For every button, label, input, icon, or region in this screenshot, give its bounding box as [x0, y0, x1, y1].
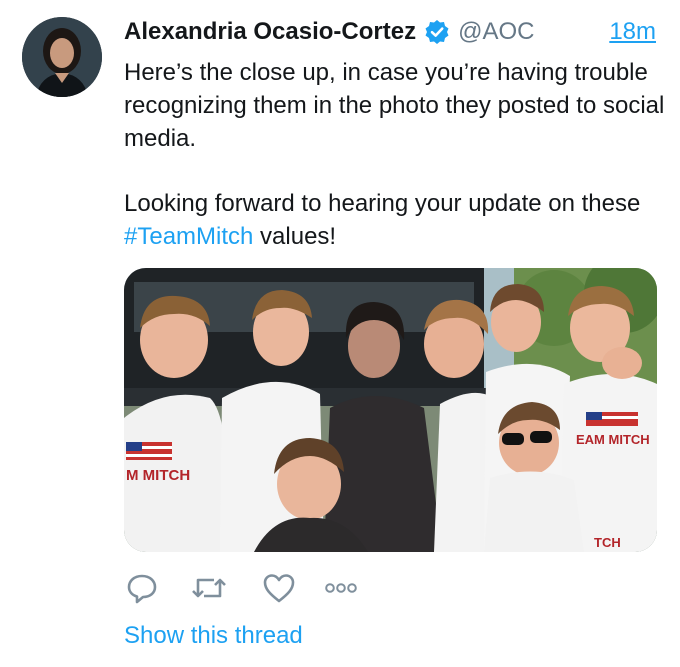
- author-handle[interactable]: @AOC: [458, 18, 534, 46]
- reply-button[interactable]: [126, 568, 158, 608]
- tweet-photo[interactable]: M MITCH EAM MITCH TCH: [124, 268, 657, 552]
- photo-shirt-text: M MITCH: [126, 467, 190, 484]
- hashtag-link[interactable]: #TeamMitch: [124, 223, 253, 250]
- more-options-button[interactable]: [324, 568, 358, 608]
- tweet-text-paragraph-2: Looking forward to hearing your update o…: [124, 187, 669, 253]
- heart-icon: [263, 574, 295, 603]
- tweet-text-paragraph-1: Here’s the close up, in case you’re havi…: [124, 59, 665, 152]
- tweet-header: Alexandria Ocasio-Cortez @AOC 18m: [124, 18, 660, 46]
- author-name[interactable]: Alexandria Ocasio-Cortez: [124, 18, 416, 46]
- tweet: Alexandria Ocasio-Cortez @AOC 18m Here’s…: [0, 0, 680, 667]
- reply-icon: [127, 574, 157, 604]
- verified-badge-icon: [425, 20, 449, 44]
- more-icon: [325, 583, 357, 593]
- like-button[interactable]: [262, 568, 296, 608]
- retweet-button[interactable]: [190, 568, 228, 608]
- photo-shirt-text: EAM MITCH: [576, 432, 650, 447]
- photo-shirt-text: TCH: [594, 535, 621, 550]
- retweet-icon: [192, 578, 226, 598]
- avatar[interactable]: [22, 17, 102, 97]
- show-thread-link[interactable]: Show this thread: [124, 622, 303, 650]
- tweet-text-segment: Looking forward to hearing your update o…: [124, 190, 641, 217]
- tweet-text: Here’s the close up, in case you’re havi…: [124, 56, 669, 253]
- timestamp-link[interactable]: 18m: [609, 18, 660, 46]
- tweet-text-segment: values!: [253, 223, 337, 250]
- tweet-actions: [124, 568, 384, 608]
